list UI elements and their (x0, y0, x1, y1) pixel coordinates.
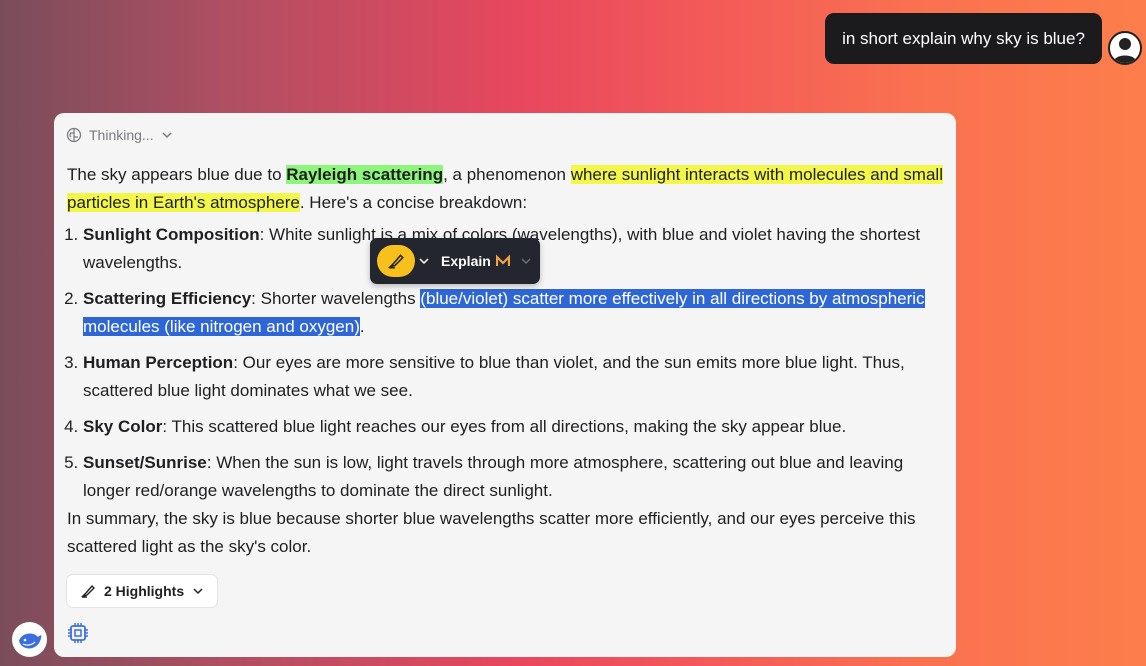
item-text: . (359, 317, 365, 336)
intro-text: The sky appears blue due to (67, 165, 287, 184)
explain-button[interactable]: Explain (441, 253, 510, 269)
list-item: Scattering Efficiency: Shorter wavelengt… (83, 285, 952, 341)
intro-text: , a phenomenon (443, 165, 571, 184)
chevron-down-icon (193, 588, 203, 595)
highlight-button[interactable] (377, 245, 415, 277)
summary-paragraph: In summary, the sky is blue because shor… (67, 509, 916, 556)
assistant-response-card: Thinking... The sky appears blue due to … (54, 113, 956, 657)
sparkle-icon (495, 254, 510, 266)
item-text: : This scattered blue light reaches our … (162, 417, 847, 436)
highlights-button[interactable]: 2 Highlights (66, 574, 218, 608)
list-item: Sky Color: This scattered blue light rea… (83, 413, 952, 441)
highlighter-icon (387, 254, 404, 269)
intro-paragraph: The sky appears blue due to Rayleigh sca… (67, 161, 952, 217)
explain-label: Explain (441, 253, 491, 269)
item-title: Scattering Efficiency (83, 289, 252, 308)
brain-icon (66, 127, 82, 143)
intro-text: . Here's a concise breakdown: (299, 193, 528, 212)
list-item: Human Perception: Our eyes are more sens… (83, 349, 952, 405)
item-title: Sky Color (83, 417, 163, 436)
chevron-down-icon (162, 132, 172, 139)
item-title: Sunset/Sunrise (83, 453, 207, 472)
item-text: : Shorter wavelengths (251, 289, 421, 308)
chevron-down-icon[interactable] (520, 255, 532, 267)
highlight-color-dropdown[interactable] (415, 245, 433, 277)
highlights-label: 2 Highlights (104, 583, 185, 599)
cpu-chip-icon[interactable] (67, 622, 89, 644)
list-item: Sunset/Sunrise: When the sun is low, lig… (83, 449, 952, 505)
answer-body: The sky appears blue due to Rayleigh sca… (67, 161, 952, 561)
thinking-toggle[interactable]: Thinking... (66, 127, 173, 143)
whale-logo-icon (12, 622, 47, 657)
item-text: : When the sun is low, light travels thr… (83, 453, 904, 500)
thinking-label: Thinking... (89, 127, 154, 143)
chevron-down-icon (419, 258, 429, 265)
user-message-text: in short explain why sky is blue? (842, 28, 1085, 48)
item-title: Sunlight Composition (83, 225, 260, 244)
highlight-rayleigh[interactable]: Rayleigh scattering (286, 165, 444, 184)
highlighter-icon (80, 584, 95, 598)
user-avatar-icon[interactable] (1108, 31, 1142, 65)
user-message-bubble: in short explain why sky is blue? (825, 13, 1102, 64)
highlight-popup: Explain (370, 238, 540, 284)
item-title: Human Perception (83, 353, 234, 372)
